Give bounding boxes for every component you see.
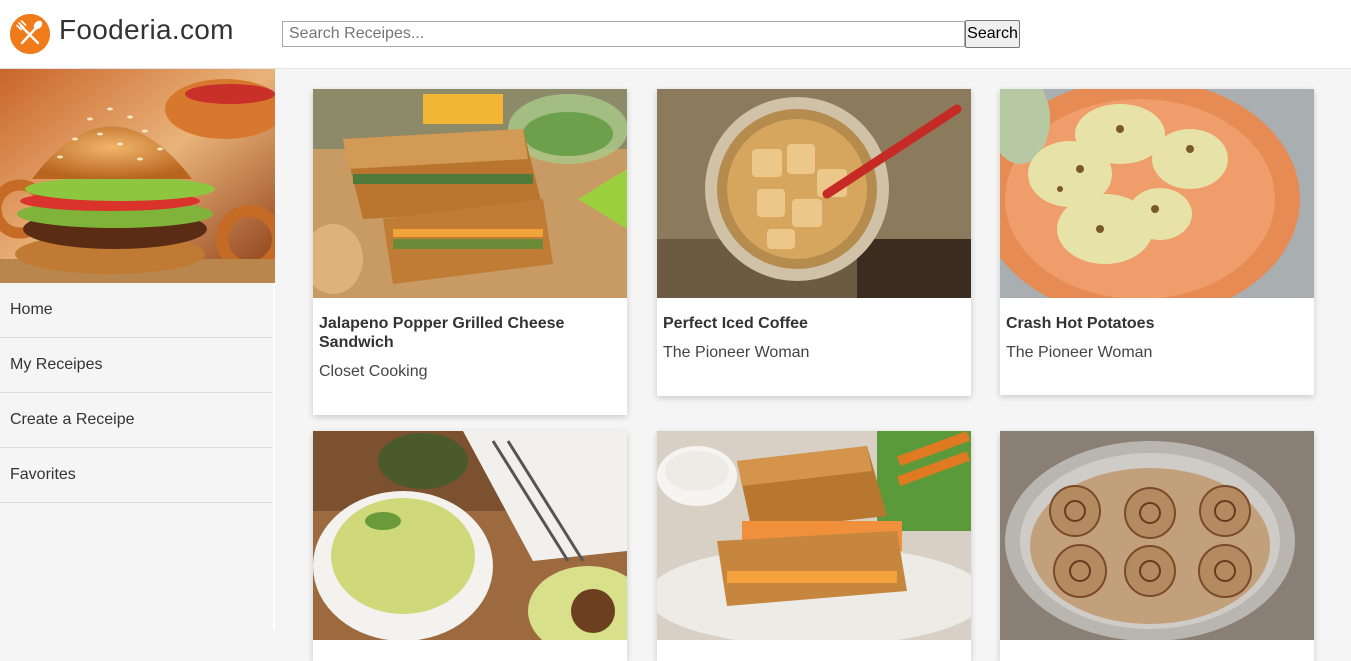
- recipe-card[interactable]: [657, 431, 971, 661]
- recipe-source: The Pioneer Woman: [1006, 344, 1153, 361]
- recipe-card[interactable]: Crash Hot Potatoes The Pioneer Woman: [1000, 89, 1314, 395]
- sidebar-item-home[interactable]: Home: [0, 283, 273, 338]
- burger-photo: [0, 69, 275, 283]
- sidebar-nav: Home My Receipes Create a Receipe Favori…: [0, 283, 273, 503]
- brand-name[interactable]: Fooderia.com: [59, 14, 234, 46]
- recipe-card[interactable]: [313, 431, 627, 661]
- sidebar: Home My Receipes Create a Receipe Favori…: [0, 69, 275, 630]
- sidebar-item-favorites[interactable]: Favorites: [0, 448, 273, 503]
- potatoes-photo[interactable]: [1000, 89, 1314, 298]
- sidebar-item-my-receipes[interactable]: My Receipes: [0, 338, 273, 393]
- recipe-title[interactable]: Crash Hot Potatoes: [1006, 314, 1308, 333]
- recipe-card[interactable]: Jalapeno Popper Grilled Cheese Sandwich …: [313, 89, 627, 415]
- recipe-title[interactable]: Perfect Iced Coffee: [663, 314, 965, 333]
- iced-coffee-photo[interactable]: [657, 89, 971, 298]
- recipe-source: Closet Cooking: [319, 363, 428, 380]
- recipe-card[interactable]: Perfect Iced Coffee The Pioneer Woman: [657, 89, 971, 396]
- top-header: Fooderia.com Search: [0, 0, 1351, 69]
- recipe-title[interactable]: Jalapeno Popper Grilled Cheese Sandwich: [319, 314, 621, 352]
- fork-knife-icon[interactable]: [10, 14, 50, 54]
- grilled-cheese-photo[interactable]: [313, 89, 627, 298]
- search-button[interactable]: Search: [965, 20, 1020, 48]
- avocado-mac-photo[interactable]: [313, 431, 627, 640]
- search-input[interactable]: [282, 21, 965, 47]
- recipe-source: The Pioneer Woman: [663, 344, 810, 361]
- cinnamon-rolls-photo[interactable]: [1000, 431, 1314, 640]
- buffalo-grilled-cheese-photo[interactable]: [657, 431, 971, 640]
- recipe-card[interactable]: [1000, 431, 1314, 661]
- sidebar-item-create-receipe[interactable]: Create a Receipe: [0, 393, 273, 448]
